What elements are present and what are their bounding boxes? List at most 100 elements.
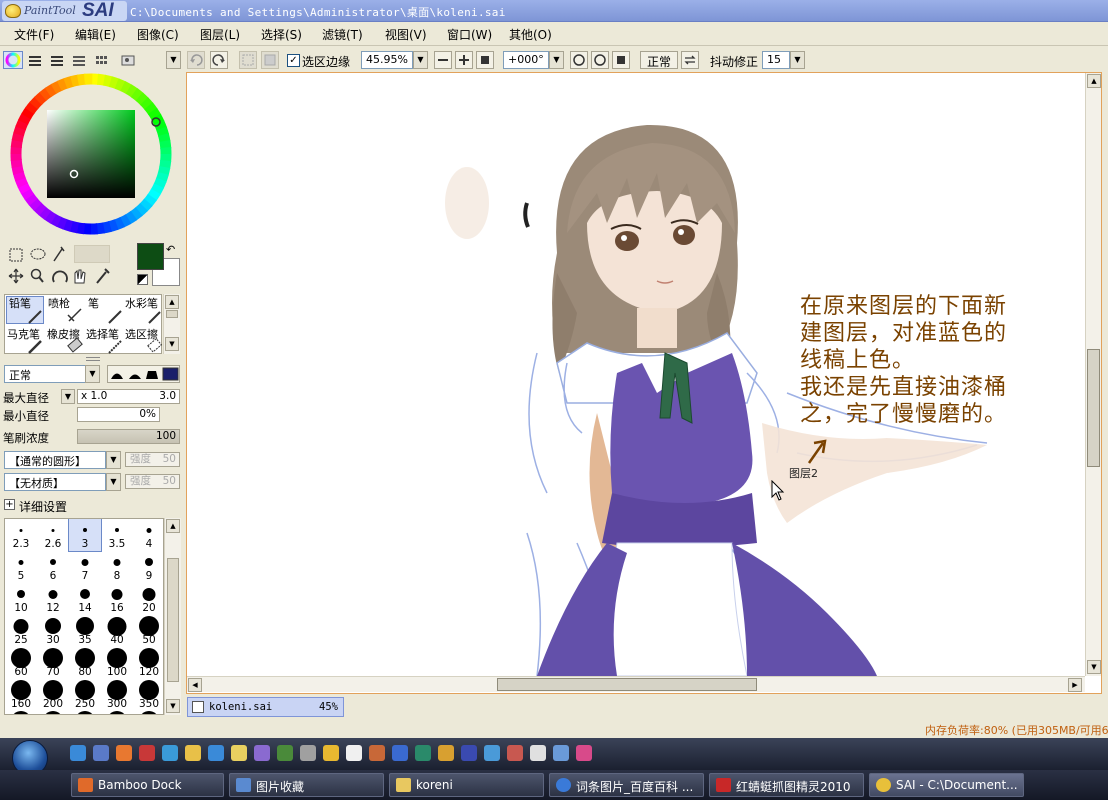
menu-edit[interactable]: 编辑(E) xyxy=(75,26,116,43)
scroll-thumb[interactable] xyxy=(497,678,757,691)
stabilizer-field[interactable]: 15 xyxy=(762,51,790,69)
menu-view[interactable]: 视图(V) xyxy=(385,26,427,43)
menu-layer[interactable]: 图层(L) xyxy=(200,26,240,43)
quick-launch-icon[interactable] xyxy=(300,745,316,761)
task-browser[interactable]: 词条图片_百度百科 ... xyxy=(549,773,704,797)
brush-size-30[interactable]: 30 xyxy=(37,615,69,647)
brush-size-10[interactable]: 10 xyxy=(5,583,37,615)
color-wheel[interactable] xyxy=(8,72,178,238)
menu-select[interactable]: 选择(S) xyxy=(261,26,302,43)
task-bamboo-dock[interactable]: Bamboo Dock xyxy=(71,773,224,797)
brush-size-60[interactable]: 60 xyxy=(5,647,37,679)
brush-size-12[interactable]: 12 xyxy=(37,583,69,615)
rotate-cw-button[interactable] xyxy=(591,51,609,69)
menu-image[interactable]: 图像(C) xyxy=(137,26,179,43)
quick-launch-icon[interactable] xyxy=(484,745,500,761)
swap-colors-icon[interactable]: ↶ xyxy=(166,243,178,256)
brush-size-120[interactable]: 120 xyxy=(133,647,163,679)
brush-size-100[interactable]: 100 xyxy=(101,647,133,679)
brush-size-80[interactable]: 80 xyxy=(69,647,101,679)
magic-wand-icon[interactable] xyxy=(53,246,65,262)
normal-view-button[interactable]: 正常 xyxy=(640,51,678,69)
min-size-slider[interactable]: 0% xyxy=(77,407,160,422)
zoom-in-button[interactable] xyxy=(455,51,473,69)
brush-shape-dropdown[interactable]: ▼ xyxy=(106,451,121,469)
quick-launch-icon[interactable] xyxy=(553,745,569,761)
scroll-up-arrow[interactable]: ▲ xyxy=(1087,74,1101,88)
brush-size-3[interactable]: 3 xyxy=(68,519,102,552)
canvas[interactable]: 在原来图层的下面新 建图层，对准蓝色的 线稿上色。 我还是先直接油漆桶 之，完了… xyxy=(187,73,1084,676)
menu-other[interactable]: 其他(O) xyxy=(509,26,552,43)
quick-launch-icon[interactable] xyxy=(254,745,270,761)
zoom-field[interactable]: 45.95% xyxy=(361,51,413,69)
reset-colors-icon[interactable] xyxy=(137,274,148,285)
quick-launch-icon[interactable] xyxy=(185,745,201,761)
selection-edge-checkbox[interactable]: ✓ xyxy=(287,54,300,67)
quick-launch-icon[interactable] xyxy=(208,745,224,761)
zoom-reset-button[interactable] xyxy=(476,51,494,69)
color-wheel-tab[interactable] xyxy=(3,51,23,69)
task-sai[interactable]: SAI - C:\Document... xyxy=(869,773,1024,797)
quick-launch-icon[interactable] xyxy=(116,745,132,761)
texture-strength-slider[interactable]: 强度 50 xyxy=(125,474,180,489)
shape-strength-slider[interactable]: 强度 50 xyxy=(125,452,180,467)
rotate-ccw-button[interactable] xyxy=(570,51,588,69)
brush-size-350[interactable]: 350 xyxy=(133,679,163,711)
max-size-dropdown[interactable]: ▼ xyxy=(61,389,75,404)
brush-size-4[interactable]: 4 xyxy=(133,519,163,551)
flip-button[interactable] xyxy=(681,51,699,69)
quick-launch-icon[interactable] xyxy=(369,745,385,761)
quick-launch-icon[interactable] xyxy=(576,745,592,761)
quick-launch-icon[interactable] xyxy=(438,745,454,761)
brush-size-16[interactable]: 16 xyxy=(101,583,133,615)
hsv-slider-tab[interactable] xyxy=(47,51,67,69)
redo-button[interactable] xyxy=(210,51,228,69)
stabilizer-dropdown[interactable]: ▼ xyxy=(790,51,805,69)
brush-size-20[interactable]: 20 xyxy=(133,583,163,615)
brush-size-5[interactable]: 5 xyxy=(5,551,37,583)
quick-launch-icon[interactable] xyxy=(530,745,546,761)
zoom-dropdown[interactable]: ▼ xyxy=(413,51,428,69)
move-icon[interactable] xyxy=(8,268,24,284)
hand-icon[interactable] xyxy=(74,269,86,284)
brush-size-200[interactable]: 200 xyxy=(37,679,69,711)
brush-texture-dropdown[interactable]: ▼ xyxy=(106,473,121,491)
quick-launch-icon[interactable] xyxy=(323,745,339,761)
scroll-down-arrow[interactable]: ▼ xyxy=(1087,660,1101,674)
brush-size-9[interactable]: 9 xyxy=(133,551,163,583)
invert-selection-button[interactable] xyxy=(261,51,279,69)
brush-size-2.6[interactable]: 2.6 xyxy=(37,519,69,551)
quick-launch-icon[interactable] xyxy=(93,745,109,761)
scroll-right-arrow[interactable]: ▶ xyxy=(1068,678,1082,692)
brush-size-250[interactable]: 250 xyxy=(69,679,101,711)
brush-size-35[interactable]: 35 xyxy=(69,615,101,647)
brush-list-scrollbar[interactable]: ▲ ▼ xyxy=(163,294,180,354)
task-folder-koreni[interactable]: koreni xyxy=(389,773,544,797)
scroll-down-arrow[interactable]: ▼ xyxy=(166,699,180,713)
task-screenshot-tool[interactable]: 红蜻蜓抓图精灵2010 xyxy=(709,773,864,797)
eyedropper-icon[interactable] xyxy=(94,266,112,286)
canvas-horizontal-scrollbar[interactable]: ◀ ▶ xyxy=(187,676,1085,692)
brush-size-160[interactable]: 160 xyxy=(5,679,37,711)
brush-size-40[interactable]: 40 xyxy=(101,615,133,647)
menu-window[interactable]: 窗口(W) xyxy=(447,26,492,43)
quick-launch-icon[interactable] xyxy=(70,745,86,761)
undo-button[interactable] xyxy=(187,51,205,69)
rotate-icon[interactable] xyxy=(52,270,68,283)
panel-splitter[interactable] xyxy=(86,357,100,361)
palette-tab[interactable] xyxy=(69,51,89,69)
lasso-icon[interactable] xyxy=(30,248,46,260)
brush-size-3.5[interactable]: 3.5 xyxy=(101,519,133,551)
task-picture-collection[interactable]: 图片收藏 xyxy=(229,773,384,797)
blend-mode-dropdown[interactable]: ▼ xyxy=(85,365,100,383)
rotate-reset-button[interactable] xyxy=(612,51,630,69)
canvas-vertical-scrollbar[interactable]: ▲ ▼ xyxy=(1085,73,1101,676)
size-grid-scrollbar[interactable]: ▲ ▼ xyxy=(164,518,181,715)
quick-launch-icon[interactable] xyxy=(162,745,178,761)
scroll-up-arrow[interactable]: ▲ xyxy=(166,519,180,533)
quick-launch-icon[interactable] xyxy=(277,745,293,761)
menu-filter[interactable]: 滤镜(T) xyxy=(322,26,363,43)
swatch-tab[interactable] xyxy=(92,51,112,69)
marquee-icon[interactable] xyxy=(9,248,23,262)
brush-size-300[interactable]: 300 xyxy=(101,679,133,711)
